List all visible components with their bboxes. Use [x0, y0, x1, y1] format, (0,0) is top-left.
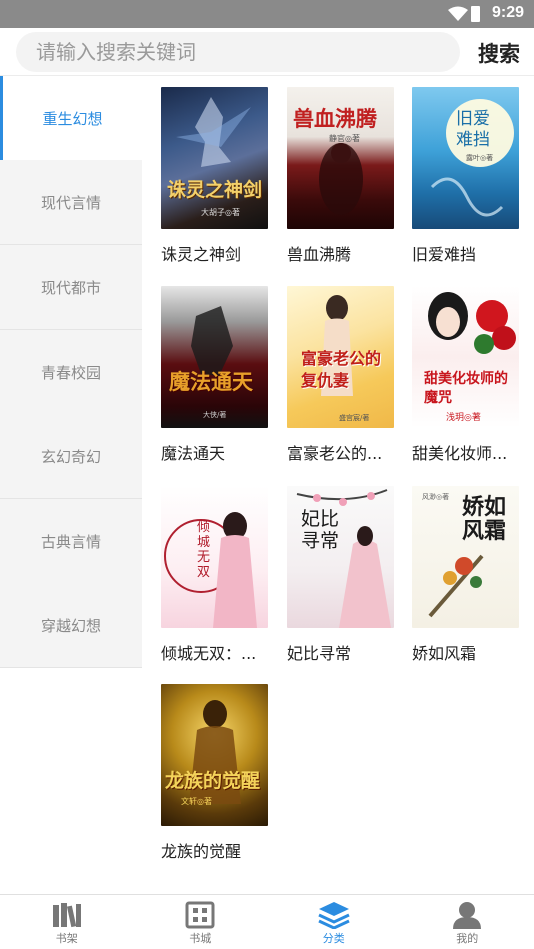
book-cover[interactable]: 兽血沸腾 静官◎著: [287, 87, 394, 229]
wifi-icon: [448, 6, 468, 21]
cover-author: 风渺◎著: [422, 493, 450, 501]
book-cover[interactable]: 龙族的觉醒 文轩◎著: [161, 684, 268, 826]
cover-title: 旧爱难挡: [456, 109, 490, 150]
category-item-classical-romance[interactable]: 古典言情: [0, 499, 142, 584]
search-button[interactable]: 搜索: [478, 38, 520, 68]
cover-author: 文轩◎著: [181, 797, 212, 806]
search-input[interactable]: [16, 32, 460, 72]
cover-title: 诛灵之神剑: [167, 179, 263, 201]
category-item-time-travel-fantasy[interactable]: 穿越幻想: [0, 583, 142, 668]
book-card[interactable]: 诛灵之神剑 大胡子◎著 诛灵之神剑: [161, 87, 271, 265]
category-item-modern-urban[interactable]: 现代都市: [0, 245, 142, 330]
cover-title: 富豪老公的复仇妻: [301, 349, 382, 390]
book-card[interactable]: 兽血沸腾 静官◎著 兽血沸腾: [287, 87, 397, 265]
book-card[interactable]: 倾城无双 倾城无双：...: [161, 486, 271, 664]
book-card[interactable]: 富豪老公的复仇妻 盛宫宸/著 富豪老公的...: [287, 286, 397, 464]
book-card[interactable]: 旧爱难挡 露叶◎著 旧爱难挡: [412, 87, 522, 265]
book-card[interactable]: 娇如风霜 风渺◎著 娇如风霜: [412, 486, 522, 664]
book-title[interactable]: 龙族的觉醒: [161, 838, 271, 862]
cover-author: 盛宫宸/著: [339, 414, 370, 422]
cover-title: 妃比寻常: [301, 508, 340, 552]
book-card[interactable]: 甜美化妆师的魔咒 浅玥◎著 甜美化妆师...: [412, 286, 522, 464]
category-item-modern-romance[interactable]: 现代言情: [0, 160, 142, 245]
book-cover[interactable]: 甜美化妆师的魔咒 浅玥◎著: [412, 286, 519, 428]
book-title[interactable]: 甜美化妆师...: [412, 440, 522, 464]
cover-author: 露叶◎著: [466, 154, 494, 162]
tab-label: 书城: [189, 932, 212, 945]
book-cover[interactable]: 富豪老公的复仇妻 盛宫宸/著: [287, 286, 394, 428]
battery-icon: [471, 6, 480, 22]
tab-profile[interactable]: 我的: [401, 895, 534, 949]
profile-icon: [453, 902, 482, 929]
cover-author: 浅玥◎著: [446, 413, 481, 423]
tab-bookstore[interactable]: 书城: [134, 895, 268, 949]
cover-title: 娇如风霜: [462, 495, 507, 544]
book-cover[interactable]: 娇如风霜 风渺◎著: [412, 486, 519, 628]
category-item-xuanhuan-fantasy[interactable]: 玄幻奇幻: [0, 414, 142, 499]
bottom-tab-bar: 书架 书城 分类 我的: [0, 894, 534, 949]
book-cover[interactable]: 诛灵之神剑 大胡子◎著: [161, 87, 268, 229]
book-card[interactable]: 龙族的觉醒 文轩◎著 龙族的觉醒: [161, 684, 271, 862]
bookstore-icon: [185, 901, 215, 929]
layers-icon: [318, 902, 350, 929]
category-item-youth-campus[interactable]: 青春校园: [0, 330, 142, 415]
book-title[interactable]: 兽血沸腾: [287, 241, 397, 265]
status-bar: 9:29: [0, 0, 534, 28]
book-cover[interactable]: 倾城无双: [161, 486, 268, 628]
book-cover[interactable]: 魔法通天 大侠/著: [161, 286, 268, 428]
cover-title: 倾城无双: [197, 520, 211, 580]
book-title[interactable]: 娇如风霜: [412, 640, 522, 664]
cover-title: 甜美化妆师的魔咒: [424, 371, 508, 406]
cover-title: 魔法通天: [169, 370, 253, 394]
cover-title: 龙族的觉醒: [165, 770, 261, 792]
tab-category[interactable]: 分类: [267, 895, 401, 949]
book-title[interactable]: 诛灵之神剑: [161, 241, 271, 265]
book-cover[interactable]: 妃比寻常: [287, 486, 394, 628]
search-bar: 搜索: [0, 28, 534, 76]
book-cover[interactable]: 旧爱难挡 露叶◎著: [412, 87, 519, 229]
book-title[interactable]: 妃比寻常: [287, 640, 397, 664]
book-title[interactable]: 富豪老公的...: [287, 440, 397, 464]
tab-label: 书架: [55, 932, 78, 945]
book-title[interactable]: 魔法通天: [161, 440, 271, 464]
status-time: 9:29: [491, 4, 524, 21]
book-card[interactable]: 妃比寻常 妃比寻常: [287, 486, 397, 664]
book-title[interactable]: 倾城无双：...: [161, 640, 271, 664]
bookshelf-icon: [52, 903, 81, 928]
tab-label: 我的: [456, 932, 479, 945]
category-item-rebirth-fantasy[interactable]: 重生幻想: [0, 76, 142, 161]
tab-bookshelf[interactable]: 书架: [0, 895, 134, 949]
cover-title: 兽血沸腾: [293, 107, 377, 131]
tab-label: 分类: [322, 932, 345, 945]
cover-author: 大胡子◎著: [201, 208, 240, 217]
category-sidebar: 重生幻想 现代言情 现代都市 青春校园 玄幻奇幻 古典言情 穿越幻想: [0, 76, 142, 894]
book-card[interactable]: 魔法通天 大侠/著 魔法通天: [161, 286, 271, 464]
cover-author: 大侠/著: [203, 411, 227, 419]
book-grid: 诛灵之神剑 大胡子◎著 诛灵之神剑 兽血沸腾 静官◎著 兽血沸腾 旧爱难挡 露叶…: [142, 76, 534, 894]
cover-author: 静官◎著: [329, 134, 360, 143]
book-title[interactable]: 旧爱难挡: [412, 241, 522, 265]
